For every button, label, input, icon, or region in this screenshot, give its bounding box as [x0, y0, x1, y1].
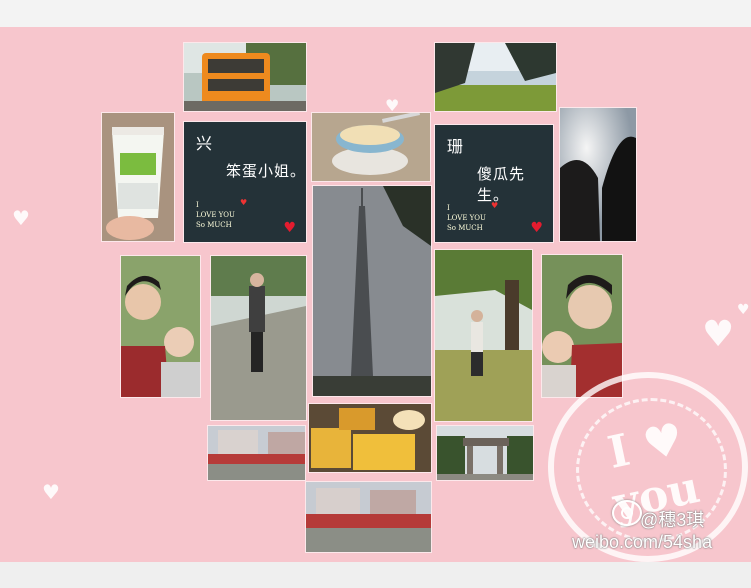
heart-icon: ♥	[702, 314, 735, 355]
note-card-right: 珊 傻瓜先生。 I LOVE YOU So MUCH ♥ ♥	[435, 125, 553, 242]
heart-icon: ♥	[12, 206, 30, 230]
photo-dessert-bowl	[312, 113, 430, 181]
photo-girl-under-tree	[435, 250, 532, 421]
photo-couple-selfie-left	[121, 256, 200, 397]
watermark-handle: @穗3琪	[640, 510, 705, 530]
photo-silhouettes	[560, 108, 636, 241]
heart-icon: ♥	[42, 480, 60, 504]
note-small-text: I LOVE YOU So MUCH	[447, 204, 486, 232]
photo-orange-bus	[184, 43, 306, 111]
photo-plaza-left	[208, 426, 305, 480]
photo-gate	[437, 426, 533, 480]
note-initial: 兴	[196, 134, 213, 153]
note-small-text: I LOVE YOU So MUCH	[196, 201, 235, 229]
photo-walking-path	[211, 256, 306, 420]
photo-plaza-bottom	[306, 482, 431, 552]
note-text: 笨蛋小姐。	[226, 162, 306, 180]
heart-icon: ♥	[530, 220, 543, 236]
photo-food-trays	[309, 404, 431, 472]
heart-icon: ♥	[491, 201, 499, 210]
photo-yogurt-cup	[102, 113, 174, 241]
heart-icon: ♥	[283, 220, 296, 236]
bottom-strip	[0, 562, 751, 588]
photo-couple-selfie-right	[542, 255, 622, 397]
note-initial: 珊	[447, 137, 464, 156]
note-text: 傻瓜先生。	[477, 165, 526, 204]
heart-icon: ♥	[737, 302, 750, 318]
heart-icon: ♥	[240, 198, 248, 207]
note-card-left: 兴 笨蛋小姐。 I LOVE YOU So MUCH ♥ ♥	[184, 122, 306, 242]
heart-icon: ♥	[385, 96, 400, 115]
photo-lake-trees	[435, 43, 556, 111]
watermark-url: weibo.com/54sha	[572, 532, 713, 552]
weibo-icon	[612, 500, 642, 526]
photo-canton-tower	[313, 186, 431, 396]
